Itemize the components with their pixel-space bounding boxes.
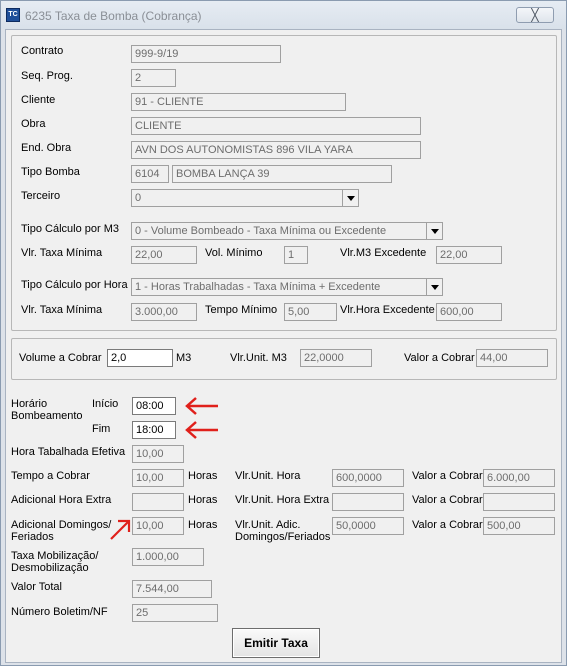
hora-exc-field[interactable]: 600,00 xyxy=(436,303,502,321)
boletim-label: Número Boletim/NF xyxy=(11,606,108,618)
vu-extra-field[interactable] xyxy=(332,493,404,511)
annotation-arrow-fim xyxy=(185,421,218,439)
horas-label-3: Horas xyxy=(188,519,218,531)
tipo-bomba-label: Tipo Bomba xyxy=(21,166,80,178)
seq-label: Seq. Prog. xyxy=(21,70,73,82)
mob-field[interactable]: 1.000,00 xyxy=(132,548,204,566)
valor3-field[interactable]: 500,00 xyxy=(483,517,555,535)
fim-input[interactable]: 18:00 xyxy=(132,421,176,439)
vol-min-label: Vol. Mínimo xyxy=(205,247,263,259)
vu-hora-label: Vlr.Unit. Hora xyxy=(235,470,301,482)
vol-input[interactable]: 2,0 xyxy=(107,349,173,367)
valor-m3-label: Valor a Cobrar xyxy=(404,352,475,364)
m3-exc-field[interactable]: 22,00 xyxy=(436,246,502,264)
close-button[interactable]: ╳ xyxy=(516,7,554,23)
vunit-m3-field[interactable]: 22,0000 xyxy=(300,349,372,367)
contract-group: Contrato 999-9/19 Seq. Prog. 2 Cliente 9… xyxy=(11,35,557,331)
emitir-taxa-button[interactable]: Emitir Taxa xyxy=(232,628,320,658)
calc-hora-label: Tipo Cálculo por Hora xyxy=(21,279,128,291)
vu-extra-label: Vlr.Unit. Hora Extra xyxy=(235,494,330,506)
vu-dom-field[interactable]: 50,0000 xyxy=(332,517,404,535)
vu-dom-label: Vlr.Unit. Adic. Domingos/Feriados xyxy=(235,519,331,543)
end-obra-field[interactable]: AVN DOS AUTONOMISTAS 896 VILA YARA xyxy=(131,141,421,159)
vtm2-label: Vlr. Taxa Mínima xyxy=(21,304,103,316)
valor2-label: Valor a Cobrar xyxy=(412,494,483,506)
inicio-label: Início xyxy=(92,398,119,410)
volume-group: Volume a Cobrar 2,0 M3 Vlr.Unit. M3 22,0… xyxy=(11,338,557,380)
horas-label-2: Horas xyxy=(188,494,218,506)
hora-exc-label: Vlr.Hora Excedente xyxy=(340,304,435,316)
valor1-label: Valor a Cobrar xyxy=(412,470,483,482)
calc-hora-value: 1 - Horas Trabalhadas - Taxa Mínima + Ex… xyxy=(135,281,381,293)
m3-exc-label: Vlr.M3 Excedente xyxy=(340,247,427,259)
calc-m3-value: 0 - Volume Bombeado - Taxa Mínima ou Exc… xyxy=(135,225,387,237)
horario-label: Horário Bombeamento xyxy=(11,398,83,422)
total-field[interactable]: 7.544,00 xyxy=(132,580,212,598)
valor-m3-field[interactable]: 44,00 xyxy=(476,349,548,367)
contrato-label: Contrato xyxy=(21,45,64,57)
chevron-down-icon[interactable] xyxy=(342,190,358,206)
efetiva-label: Hora Tabalhada Efetiva xyxy=(11,446,126,458)
contrato-field[interactable]: 999-9/19 xyxy=(131,45,281,63)
vtm1-label: Vlr. Taxa Mínima xyxy=(21,247,103,259)
seq-field[interactable]: 2 xyxy=(131,69,176,87)
dom-field[interactable]: 10,00 xyxy=(132,517,184,535)
total-label: Valor Total xyxy=(11,581,62,593)
chevron-down-icon[interactable] xyxy=(426,279,442,295)
valor1-field[interactable]: 6.000,00 xyxy=(483,469,555,487)
valor3-label: Valor a Cobrar xyxy=(412,519,483,531)
tempo-min-label: Tempo Mínimo xyxy=(205,304,278,316)
extra-field[interactable] xyxy=(132,493,184,511)
horas-label-1: Horas xyxy=(188,470,218,482)
fim-label: Fim xyxy=(92,423,111,435)
terceiro-label: Terceiro xyxy=(21,190,61,202)
annotation-arrow-domingos xyxy=(110,519,131,540)
obra-label: Obra xyxy=(21,118,46,130)
annotation-arrow-inicio xyxy=(185,397,218,415)
pump-fee-window: TC 6235 Taxa de Bomba (Cobrança) ╳ Contr… xyxy=(0,0,567,666)
chevron-down-icon[interactable] xyxy=(426,223,442,239)
terceiro-value: 0 xyxy=(135,192,142,204)
vu-hora-field[interactable]: 600,0000 xyxy=(332,469,404,487)
vtm2-field[interactable]: 3.000,00 xyxy=(131,303,197,321)
vol-unit: M3 xyxy=(176,352,192,364)
app-icon: TC xyxy=(6,8,20,22)
vtm1-field[interactable]: 22,00 xyxy=(131,246,197,264)
tempo-label: Tempo a Cobrar xyxy=(11,470,90,482)
efetiva-field[interactable]: 10,00 xyxy=(132,445,184,463)
vol-label: Volume a Cobrar xyxy=(19,352,102,364)
calc-m3-label: Tipo Cálculo por M3 xyxy=(21,223,120,235)
inicio-input[interactable]: 08:00 xyxy=(132,397,176,415)
client-area: Contrato 999-9/19 Seq. Prog. 2 Cliente 9… xyxy=(5,29,562,663)
calc-m3-select[interactable]: 0 - Volume Bombeado - Taxa Mínima ou Exc… xyxy=(131,222,443,240)
cliente-field[interactable]: 91 - CLIENTE xyxy=(131,93,346,111)
valor2-field[interactable] xyxy=(483,493,555,511)
end-obra-label: End. Obra xyxy=(21,142,72,154)
cliente-label: Cliente xyxy=(21,94,56,106)
dom-label: Adicional Domingos/ Feriados xyxy=(11,519,112,543)
obra-field[interactable]: CLIENTE xyxy=(131,117,421,135)
tipo-bomba-name-field[interactable]: BOMBA LANÇA 39 xyxy=(172,165,392,183)
terceiro-select[interactable]: 0 xyxy=(131,189,359,207)
tipo-bomba-code-field[interactable]: 6104 xyxy=(131,165,169,183)
extra-label: Adicional Hora Extra xyxy=(11,494,112,506)
mob-label: Taxa Mobilização/ Desmobilização xyxy=(11,550,99,574)
boletim-field[interactable]: 25 xyxy=(132,604,218,622)
tempo-min-field[interactable]: 5,00 xyxy=(284,303,337,321)
vunit-m3-label: Vlr.Unit. M3 xyxy=(230,352,287,364)
vol-min-field[interactable]: 1 xyxy=(284,246,308,264)
calc-hora-select[interactable]: 1 - Horas Trabalhadas - Taxa Mínima + Ex… xyxy=(131,278,443,296)
title-bar: TC 6235 Taxa de Bomba (Cobrança) ╳ xyxy=(1,1,566,29)
tempo-field[interactable]: 10,00 xyxy=(132,469,184,487)
window-title: 6235 Taxa de Bomba (Cobrança) xyxy=(25,9,202,23)
